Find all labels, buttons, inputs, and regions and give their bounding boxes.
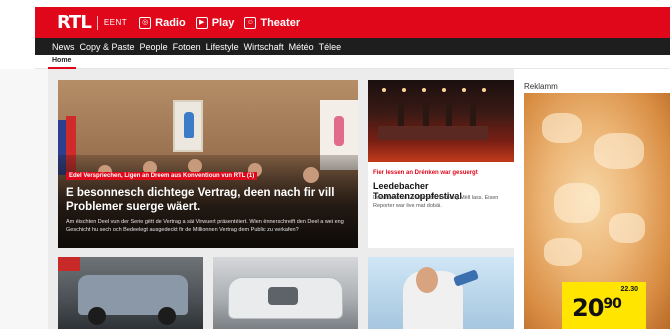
breadcrumb: Home <box>35 55 670 69</box>
service-theater-label: Theater <box>260 16 301 29</box>
brand-subtitle: EENT <box>103 18 128 27</box>
article-description: Ddorfit war zu Leedebach nom eng Mëll la… <box>373 195 499 209</box>
old-price: 22.30 <box>620 286 638 293</box>
price-main: 20 <box>572 294 604 322</box>
service-radio-link[interactable]: ◎ Radio <box>139 16 186 29</box>
service-radio-label: Radio <box>155 16 186 29</box>
theater-icon: ☺ <box>244 16 257 29</box>
nav-item-fotoen[interactable]: Fotoen <box>173 42 201 52</box>
nav-item-news[interactable]: News <box>52 42 75 52</box>
red-object <box>58 257 80 271</box>
radio-icon: ◎ <box>139 16 152 29</box>
nav-item-copy-paste[interactable]: Copy & Paste <box>80 42 135 52</box>
article-image-concert <box>368 80 514 162</box>
lead-article[interactable]: Edel Verspriechen, Ligen an Dreem aus Ko… <box>58 164 358 234</box>
advertisement[interactable]: 22.30 2090 <box>524 93 670 329</box>
lead-description: Am éischten Deel vun der Serie gëtt de V… <box>66 219 344 233</box>
price-tag: 22.30 2090 <box>562 282 646 329</box>
service-play-link[interactable]: ▶ Play <box>195 16 235 29</box>
rtl-logo[interactable]: RTL <box>57 12 92 33</box>
service-theater-link[interactable]: ☺ Theater <box>244 16 301 29</box>
nav-item-wirtschaft[interactable]: Wirtschaft <box>244 42 284 52</box>
article-card-tomatenzopp[interactable]: Fier lessen an Drénken war gesuergt Leed… <box>368 80 514 248</box>
lead-tag: Edel Verspriechen, Ligen an Dreem aus Ko… <box>66 172 258 180</box>
nav-item-telee[interactable]: Télee <box>319 42 342 52</box>
brand-divider <box>96 15 98 30</box>
article-thumb-drinking-man[interactable] <box>368 257 514 329</box>
can <box>453 269 479 287</box>
wheel <box>88 307 106 325</box>
article-thumb-car-wreck[interactable] <box>58 257 203 329</box>
top-brand-bar: RTL EENT ◎ Radio ▶ Play ☺ Theater <box>35 7 670 38</box>
article-thumb-car-damage[interactable] <box>213 257 358 329</box>
painting-left <box>173 100 203 152</box>
breadcrumb-home[interactable]: Home <box>52 57 71 64</box>
wheel <box>158 307 176 325</box>
damage-area <box>268 287 298 305</box>
play-icon: ▶ <box>195 16 208 29</box>
service-play-label: Play <box>211 16 235 29</box>
lead-title[interactable]: E besonnesch dichtege Vertrag, deen nach… <box>66 186 350 214</box>
nav-item-meteo[interactable]: Météo <box>289 42 314 52</box>
main-navigation: News Copy & Paste People Fotoen Lifestyl… <box>35 38 670 55</box>
nav-item-people[interactable]: People <box>140 42 168 52</box>
new-price: 2090 <box>572 294 622 322</box>
ad-label: Reklamm <box>524 82 558 91</box>
left-gutter <box>0 69 48 329</box>
nav-item-lifestyle[interactable]: Lifestyle <box>206 42 239 52</box>
article-tag: Fier lessen an Drénken war gesuergt <box>373 170 478 176</box>
price-cents: 90 <box>603 296 622 312</box>
stage <box>378 126 488 140</box>
man-face <box>416 267 438 293</box>
